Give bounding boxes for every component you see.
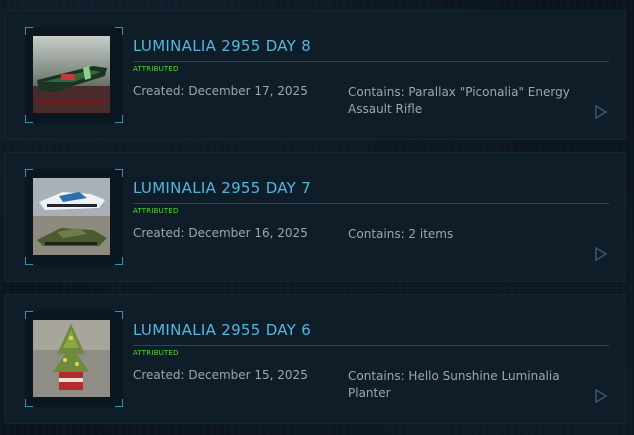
contains-text: Contains: Parallax "Piconalia" Energy As… bbox=[348, 85, 570, 116]
vehicle-thumbnail bbox=[33, 178, 110, 255]
pledge-card[interactable]: LUMINALIA 2955 DAY 6 ATTRIBUTED Created:… bbox=[4, 294, 626, 424]
status-badge: ATTRIBUTED bbox=[133, 65, 179, 73]
divider bbox=[133, 61, 609, 62]
pledge-card[interactable]: LUMINALIA 2955 DAY 7 ATTRIBUTED Created:… bbox=[4, 152, 626, 282]
contains-text: Contains: 2 items bbox=[348, 227, 454, 241]
created-date: Created: December 17, 2025 bbox=[133, 84, 308, 98]
pledge-title[interactable]: LUMINALIA 2955 DAY 7 bbox=[133, 179, 311, 197]
planter-thumbnail bbox=[33, 320, 110, 397]
play-arrow-icon[interactable] bbox=[594, 388, 608, 404]
pledge-title[interactable]: LUMINALIA 2955 DAY 8 bbox=[133, 37, 311, 55]
divider bbox=[133, 203, 609, 204]
divider bbox=[133, 345, 609, 346]
play-arrow-icon[interactable] bbox=[594, 104, 608, 120]
play-arrow-icon[interactable] bbox=[594, 246, 608, 262]
contains-text: Contains: Hello Sunshine Luminalia Plant… bbox=[348, 369, 560, 400]
thumbnail-frame bbox=[25, 169, 123, 265]
created-date: Created: December 16, 2025 bbox=[133, 226, 308, 240]
pledge-title[interactable]: LUMINALIA 2955 DAY 6 bbox=[133, 321, 311, 339]
created-date: Created: December 15, 2025 bbox=[133, 368, 308, 382]
thumbnail-frame bbox=[25, 311, 123, 407]
pledge-card[interactable]: LUMINALIA 2955 DAY 8 ATTRIBUTED Created:… bbox=[4, 10, 626, 140]
thumbnail-frame bbox=[25, 27, 123, 123]
rifle-thumbnail bbox=[33, 36, 110, 113]
status-badge: ATTRIBUTED bbox=[133, 349, 179, 357]
status-badge: ATTRIBUTED bbox=[133, 207, 179, 215]
